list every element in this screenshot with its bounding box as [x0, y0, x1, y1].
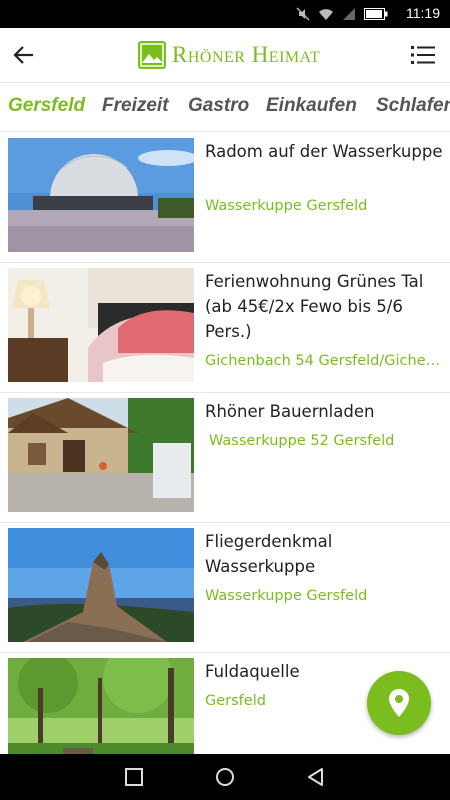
- item-subtitle: Gichenbach 54 Gersfeld/Gichenbach: [205, 353, 445, 369]
- signal-icon: [343, 8, 355, 20]
- wifi-icon: [319, 9, 333, 20]
- arrow-left-icon: [13, 46, 33, 64]
- map-pin-icon: [389, 689, 409, 717]
- back-nav-icon[interactable]: [306, 767, 326, 787]
- thumbnail-image: [8, 268, 194, 382]
- item-title: Ferienwohnung Grünes Tal (ab 45€/2x Fewo…: [205, 272, 424, 341]
- mute-icon: [296, 7, 310, 21]
- category-tabs: Gersfeld Freizeit Gastro Einkaufen Schla…: [0, 83, 450, 132]
- home-icon[interactable]: [215, 767, 235, 787]
- list-menu-icon: [411, 46, 435, 64]
- status-bar: 11:19: [0, 0, 450, 28]
- app-bar: Rhöner Heimat: [0, 28, 450, 83]
- thumbnail-image: [8, 528, 194, 642]
- menu-button[interactable]: [410, 42, 436, 68]
- place-list: Radom auf der Wasserkuppe Wasserkuppe Ge…: [0, 132, 450, 754]
- tab-gastro[interactable]: Gastro: [188, 95, 249, 117]
- back-button[interactable]: [10, 41, 38, 69]
- thumbnail-image: [8, 658, 194, 754]
- list-item[interactable]: Ferienwohnung Grünes Tal (ab 45€/2x Fewo…: [0, 262, 450, 393]
- logo-text: Rhöner Heimat: [172, 42, 321, 67]
- status-icons: [296, 6, 388, 22]
- thumbnail-image: [8, 398, 194, 512]
- recent-apps-icon[interactable]: [124, 767, 144, 787]
- status-time: 11:19: [406, 5, 440, 21]
- list-item[interactable]: Fliegerdenkmal Wasserkuppe Wasserkuppe G…: [0, 522, 450, 653]
- battery-icon: [364, 8, 388, 20]
- list-item[interactable]: Rhöner Bauernladen Wasserkuppe 52 Gersfe…: [0, 392, 450, 523]
- item-title: Fliegerdenkmal Wasserkuppe: [205, 532, 333, 576]
- tab-einkaufen[interactable]: Einkaufen: [266, 95, 357, 117]
- thumbnail-image: [8, 138, 194, 252]
- item-title: Radom auf der Wasserkuppe: [205, 142, 443, 161]
- tab-gersfeld[interactable]: Gersfeld: [8, 95, 85, 117]
- item-subtitle: Wasserkuppe Gersfeld: [205, 198, 368, 214]
- item-subtitle: Wasserkuppe Gersfeld: [205, 588, 368, 604]
- tab-schlafen[interactable]: Schlafen: [376, 95, 450, 117]
- logo-mark-icon: [138, 41, 166, 69]
- item-subtitle: Wasserkuppe 52 Gersfeld: [209, 433, 395, 449]
- item-title: Rhöner Bauernladen: [205, 402, 375, 421]
- list-item[interactable]: Radom auf der Wasserkuppe Wasserkuppe Ge…: [0, 132, 450, 263]
- map-location-button[interactable]: [367, 671, 431, 735]
- tab-freizeit[interactable]: Freizeit: [102, 95, 169, 117]
- navigation-bar: [0, 754, 450, 800]
- app-logo: Rhöner Heimat: [138, 38, 320, 72]
